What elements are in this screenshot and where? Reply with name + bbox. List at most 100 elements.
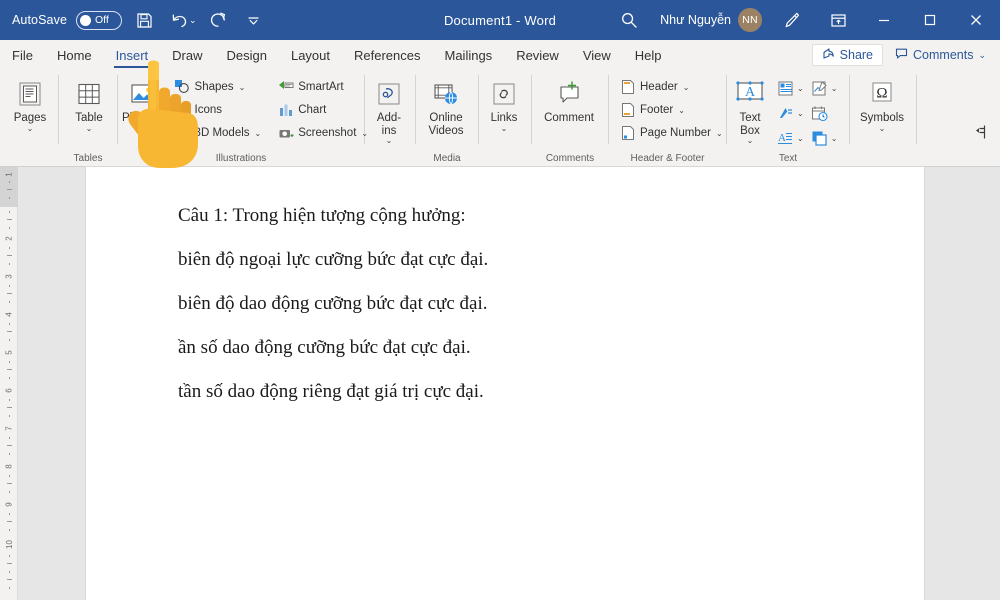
date-time-button[interactable] (807, 102, 841, 125)
pin-ribbon-icon[interactable] (974, 123, 992, 146)
pages-label: Pages (13, 112, 47, 124)
close-icon[interactable] (954, 0, 998, 40)
document-page[interactable]: Câu 1: Trong hiện tượng cộng hưởng: biên… (86, 167, 924, 600)
table-chevron-down-icon[interactable]: ⌄ (86, 124, 93, 133)
minimize-icon[interactable] (862, 0, 906, 40)
ruler-dot (8, 247, 10, 249)
table-icon (72, 77, 106, 111)
ruler-dot (8, 339, 10, 341)
text-box-button[interactable]: A Text Box ⌄ (727, 74, 773, 145)
chart-button[interactable]: Chart (273, 99, 372, 121)
online-videos-icon (429, 77, 463, 111)
3d-models-chevron-down-icon[interactable]: ⌄ (255, 129, 262, 138)
links-icon (487, 77, 521, 111)
pictures-button[interactable]: Pictures ⌄ (122, 74, 164, 133)
pages-chevron-down-icon[interactable]: ⌄ (27, 124, 34, 133)
customize-quick-access-toolbar-icon[interactable] (241, 7, 267, 33)
symbols-button[interactable]: Ω Symbols ⌄ (850, 74, 914, 133)
ribbon-group-pages: Pages ⌄ (0, 70, 58, 167)
page-number-button[interactable]: Page Number ⌄ (615, 122, 727, 144)
pen-ink-icon[interactable] (770, 0, 814, 40)
drop-cap-button[interactable]: A ⌄ (773, 127, 807, 150)
object-chevron-down-icon[interactable]: ⌄ (831, 134, 838, 143)
autosave-toggle[interactable]: Off (76, 10, 123, 30)
text-box-chevron-down-icon[interactable]: ⌄ (747, 137, 754, 145)
object-button[interactable]: ⌄ (807, 127, 841, 150)
tab-references[interactable]: References (342, 40, 432, 70)
header-chevron-down-icon[interactable]: ⌄ (683, 83, 690, 92)
quick-access-toolbar: AutoSave Off ⌄ (0, 7, 267, 33)
group-divider (916, 75, 917, 144)
user-name: Như Nguyễn (660, 13, 731, 27)
comments-button[interactable]: Comments ⌄ (889, 44, 992, 66)
links-label: Links (490, 112, 518, 124)
ribbon-group-symbols: Ω Symbols ⌄ (850, 70, 916, 167)
3d-models-button[interactable]: 3D Models ⌄ (170, 122, 266, 144)
add-ins-chevron-down-icon[interactable]: ⌄ (386, 137, 393, 145)
user-account[interactable]: Như Nguyễn NN (652, 8, 768, 32)
wordart-button[interactable]: ⌄ (773, 102, 807, 125)
header-button[interactable]: Header ⌄ (615, 76, 727, 98)
page-number-chevron-down-icon[interactable]: ⌄ (716, 129, 723, 138)
smartart-button[interactable]: SmartArt (273, 76, 372, 98)
undo-group[interactable]: ⌄ (166, 7, 197, 33)
comments-chevron-down-icon[interactable]: ⌄ (978, 50, 986, 61)
ribbon-group-label-tables: Tables (73, 153, 103, 164)
search-icon[interactable] (608, 3, 650, 37)
share-label: Share (839, 48, 874, 62)
tab-design[interactable]: Design (215, 40, 279, 70)
links-chevron-down-icon[interactable]: ⌄ (501, 124, 508, 133)
symbols-chevron-down-icon[interactable]: ⌄ (879, 124, 886, 133)
tab-layout[interactable]: Layout (279, 40, 342, 70)
tab-file[interactable]: File (0, 40, 45, 70)
icons-label: Icons (194, 104, 223, 116)
screenshot-button[interactable]: Screenshot ⌄ (273, 122, 372, 144)
save-icon[interactable] (131, 7, 157, 33)
share-button[interactable]: Share (811, 44, 884, 66)
table-button[interactable]: Table ⌄ (62, 74, 116, 133)
icons-button[interactable]: Icons (170, 99, 266, 121)
tab-draw[interactable]: Draw (160, 40, 214, 70)
shapes-chevron-down-icon[interactable]: ⌄ (239, 83, 246, 92)
pages-button[interactable]: Pages ⌄ (3, 74, 57, 133)
undo-chevron-down-icon[interactable]: ⌄ (189, 15, 197, 26)
ribbon-group-label-add-ins (365, 150, 415, 167)
comments-label: Comments (913, 48, 974, 62)
vertical-ruler[interactable]: 1 2 3 4 5 6 7 8 9 10 (0, 167, 18, 600)
footer-chevron-down-icon[interactable]: ⌄ (678, 106, 685, 115)
drop-cap-chevron-down-icon[interactable]: ⌄ (797, 134, 804, 143)
tab-view[interactable]: View (571, 40, 623, 70)
ruler-dash (7, 369, 12, 370)
quick-parts-button[interactable]: ⌄ (773, 77, 807, 100)
shapes-button[interactable]: Shapes ⌄ (170, 76, 266, 98)
screenshot-label: Screenshot (298, 127, 357, 139)
ribbon-display-options-icon[interactable] (816, 0, 860, 40)
links-button[interactable]: Links ⌄ (479, 74, 529, 133)
footer-button[interactable]: Footer ⌄ (615, 99, 727, 121)
tab-insert[interactable]: Insert (104, 40, 161, 70)
tab-review[interactable]: Review (504, 40, 571, 70)
new-comment-button[interactable]: Comment (532, 74, 606, 125)
ruler-dot (8, 263, 10, 265)
screenshot-icon (277, 125, 294, 142)
ribbon-group-label-pages (0, 150, 58, 167)
signature-line-chevron-down-icon[interactable]: ⌄ (831, 84, 838, 93)
redo-icon[interactable] (206, 7, 232, 33)
signature-line-button[interactable]: ⌄ (807, 77, 841, 100)
illustrations-col-2: SmartArt Chart Screenshot ⌄ (273, 74, 372, 144)
ruler-dot (8, 285, 10, 287)
ribbon-insert: Pages ⌄ Table ⌄ Tables Pictures ⌄ Shapes… (0, 70, 1000, 167)
tab-home[interactable]: Home (45, 40, 104, 70)
maximize-icon[interactable] (908, 0, 952, 40)
online-videos-button[interactable]: Online Videos (416, 74, 476, 137)
tab-help[interactable]: Help (623, 40, 674, 70)
word-window: AutoSave Off ⌄ Document1 - Word Như Nguy… (0, 0, 1000, 600)
quick-parts-chevron-down-icon[interactable]: ⌄ (797, 84, 804, 93)
pictures-chevron-down-icon[interactable]: ⌄ (139, 124, 146, 133)
add-ins-button[interactable]: Add- ins ⌄ (365, 74, 413, 145)
document-body[interactable]: Câu 1: Trong hiện tượng cộng hưởng: biên… (86, 167, 924, 403)
ribbon-group-label-text: Text (778, 153, 798, 164)
tab-mailings[interactable]: Mailings (433, 40, 505, 70)
ruler-dash (7, 445, 12, 446)
wordart-chevron-down-icon[interactable]: ⌄ (797, 109, 804, 118)
